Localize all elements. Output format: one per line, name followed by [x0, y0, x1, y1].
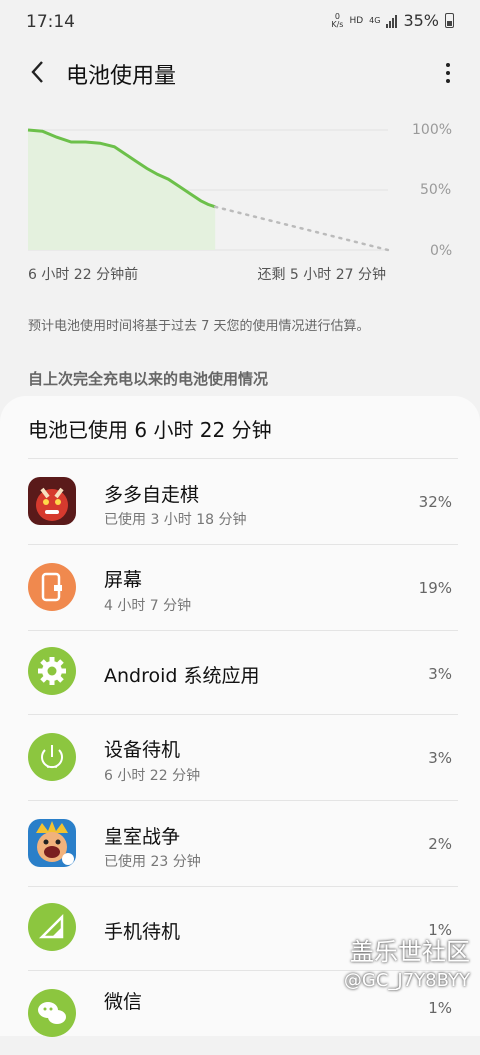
- projection-line: [213, 205, 390, 252]
- list-item[interactable]: Android 系统应用 3%: [28, 630, 458, 715]
- item-percent: 19%: [418, 579, 452, 597]
- item-name: 屏幕: [104, 569, 143, 591]
- item-sub: 已使用 3 小时 18 分钟: [104, 512, 247, 528]
- item-percent: 1%: [428, 999, 452, 1017]
- app-header: 电池使用量: [0, 48, 480, 98]
- estimate-note: 预计电池使用时间将基于过去 7 天您的使用情况进行估算。: [28, 319, 370, 334]
- status-icons: 0 K/s HD 4G 35%: [331, 11, 454, 30]
- watermark-handle: @GC_J7Y8BYY: [343, 970, 470, 991]
- y-tick-0: 0%: [430, 243, 453, 259]
- back-arrow-icon[interactable]: [28, 58, 48, 86]
- list-item[interactable]: 设备待机 6 小时 22 分钟 3%: [28, 714, 458, 799]
- 4g-icon: 4G: [369, 15, 381, 25]
- item-percent: 3%: [428, 749, 452, 767]
- card-title: 电池已使用 6 小时 22 分钟: [28, 418, 272, 442]
- item-name: 皇室战争: [104, 826, 181, 848]
- list-item[interactable]: 屏幕 4 小时 7 分钟 19%: [28, 544, 458, 629]
- item-percent: 2%: [428, 835, 452, 853]
- battery-icon: [445, 13, 454, 28]
- hd-icon: HD: [349, 15, 364, 26]
- item-sub: 4 小时 7 分钟: [104, 598, 192, 614]
- list-item[interactable]: 多多自走棋 已使用 3 小时 18 分钟 32%: [28, 458, 458, 543]
- gear-icon: [28, 647, 76, 695]
- item-name: 多多自走棋: [104, 484, 200, 506]
- item-name: 设备待机: [104, 739, 181, 761]
- item-name: 微信: [104, 991, 143, 1013]
- item-percent: 3%: [428, 665, 452, 683]
- battery-chart: [27, 128, 390, 252]
- wechat-icon: [28, 989, 76, 1037]
- item-sub: 已使用 23 分钟: [104, 854, 201, 870]
- list-item[interactable]: 皇室战争 已使用 23 分钟 2%: [28, 800, 458, 885]
- auto-chess-icon: [28, 477, 76, 525]
- more-options-icon[interactable]: [444, 60, 452, 86]
- y-tick-100: 100%: [412, 122, 453, 138]
- section-title: 自上次完全充电以来的电池使用情况: [28, 370, 269, 388]
- item-name: Android 系统应用: [104, 665, 260, 687]
- signal-icon: [386, 14, 398, 28]
- x-end-label: 还剩 5 小时 27 分钟: [257, 267, 386, 283]
- item-name: 手机待机: [104, 921, 181, 943]
- status-bar: 17:14 0 K/s HD 4G 35%: [0, 0, 480, 44]
- x-start-label: 6 小时 22 分钟前: [28, 267, 139, 283]
- network-speed: 0 K/s: [331, 11, 344, 29]
- signal-icon: [28, 903, 76, 951]
- clash-royale-icon: [28, 819, 76, 867]
- item-percent: 32%: [418, 493, 452, 511]
- clock: 17:14: [26, 12, 75, 32]
- page-title: 电池使用量: [66, 64, 177, 89]
- battery-percent: 35%: [403, 11, 439, 30]
- watermark-logo-text: 盖乐世社区: [350, 938, 470, 966]
- item-sub: 6 小时 22 分钟: [104, 768, 201, 784]
- screen-icon: [28, 563, 76, 611]
- y-tick-50: 50%: [420, 182, 452, 198]
- power-icon: [28, 733, 76, 781]
